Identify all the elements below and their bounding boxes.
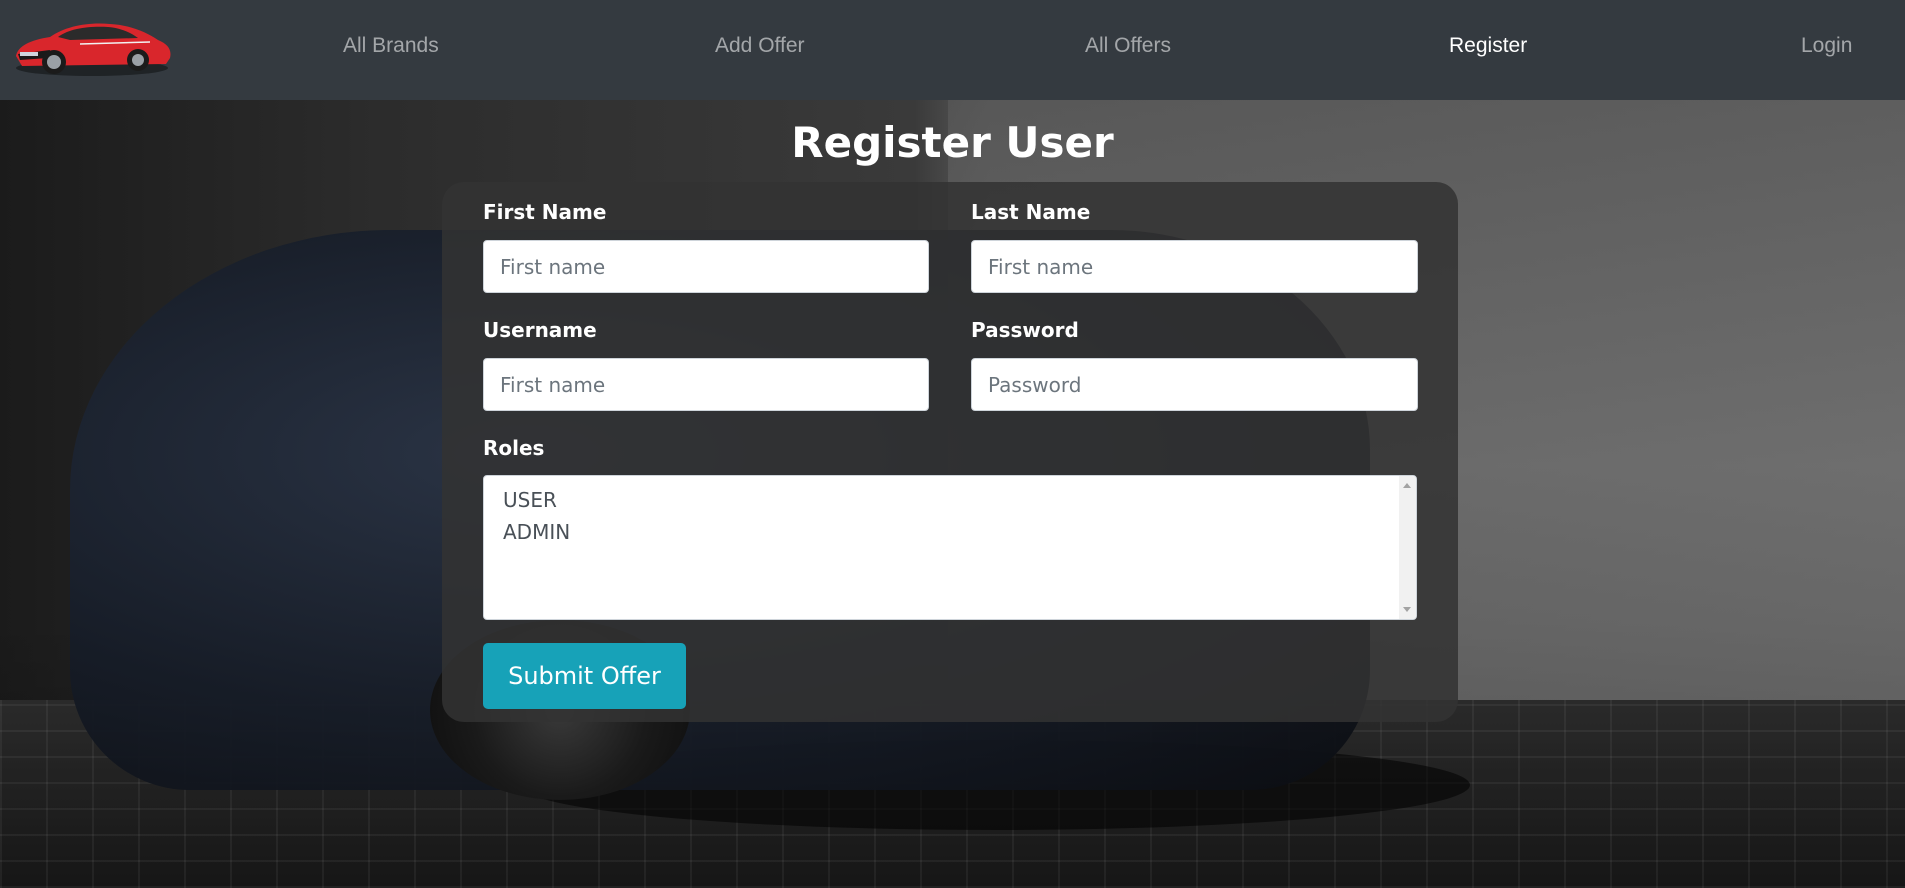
navbar: All Brands Add Offer All Offers Register… — [0, 0, 1905, 100]
last-name-input[interactable] — [971, 240, 1418, 293]
password-label: Password — [971, 318, 1079, 342]
username-label: Username — [483, 318, 597, 342]
red-sports-car-icon — [16, 23, 171, 76]
nav-link-login[interactable]: Login — [1801, 34, 1852, 58]
register-page: All Brands Add Offer All Offers Register… — [0, 0, 1905, 888]
roles-option-user[interactable]: USER — [503, 488, 557, 512]
submit-button[interactable]: Submit Offer — [483, 643, 686, 709]
first-name-label: First Name — [483, 200, 607, 224]
first-name-input[interactable] — [483, 240, 929, 293]
scroll-down-arrow-icon[interactable] — [1403, 607, 1411, 612]
register-form: First Name Last Name Username Password R… — [442, 182, 1458, 722]
roles-option-admin[interactable]: ADMIN — [503, 520, 570, 544]
nav-link-all-brands[interactable]: All Brands — [343, 34, 439, 58]
roles-scrollbar[interactable] — [1399, 476, 1416, 619]
password-input[interactable] — [971, 358, 1418, 411]
nav-link-register[interactable]: Register — [1449, 34, 1527, 58]
username-input[interactable] — [483, 358, 929, 411]
car-logo-icon[interactable] — [10, 10, 174, 80]
roles-select[interactable]: USER ADMIN — [483, 475, 1417, 620]
scroll-up-arrow-icon[interactable] — [1403, 483, 1411, 488]
last-name-label: Last Name — [971, 200, 1091, 224]
roles-label: Roles — [483, 436, 545, 460]
nav-link-all-offers[interactable]: All Offers — [1085, 34, 1171, 58]
page-title: Register User — [791, 118, 1114, 167]
nav-link-add-offer[interactable]: Add Offer — [715, 34, 805, 58]
